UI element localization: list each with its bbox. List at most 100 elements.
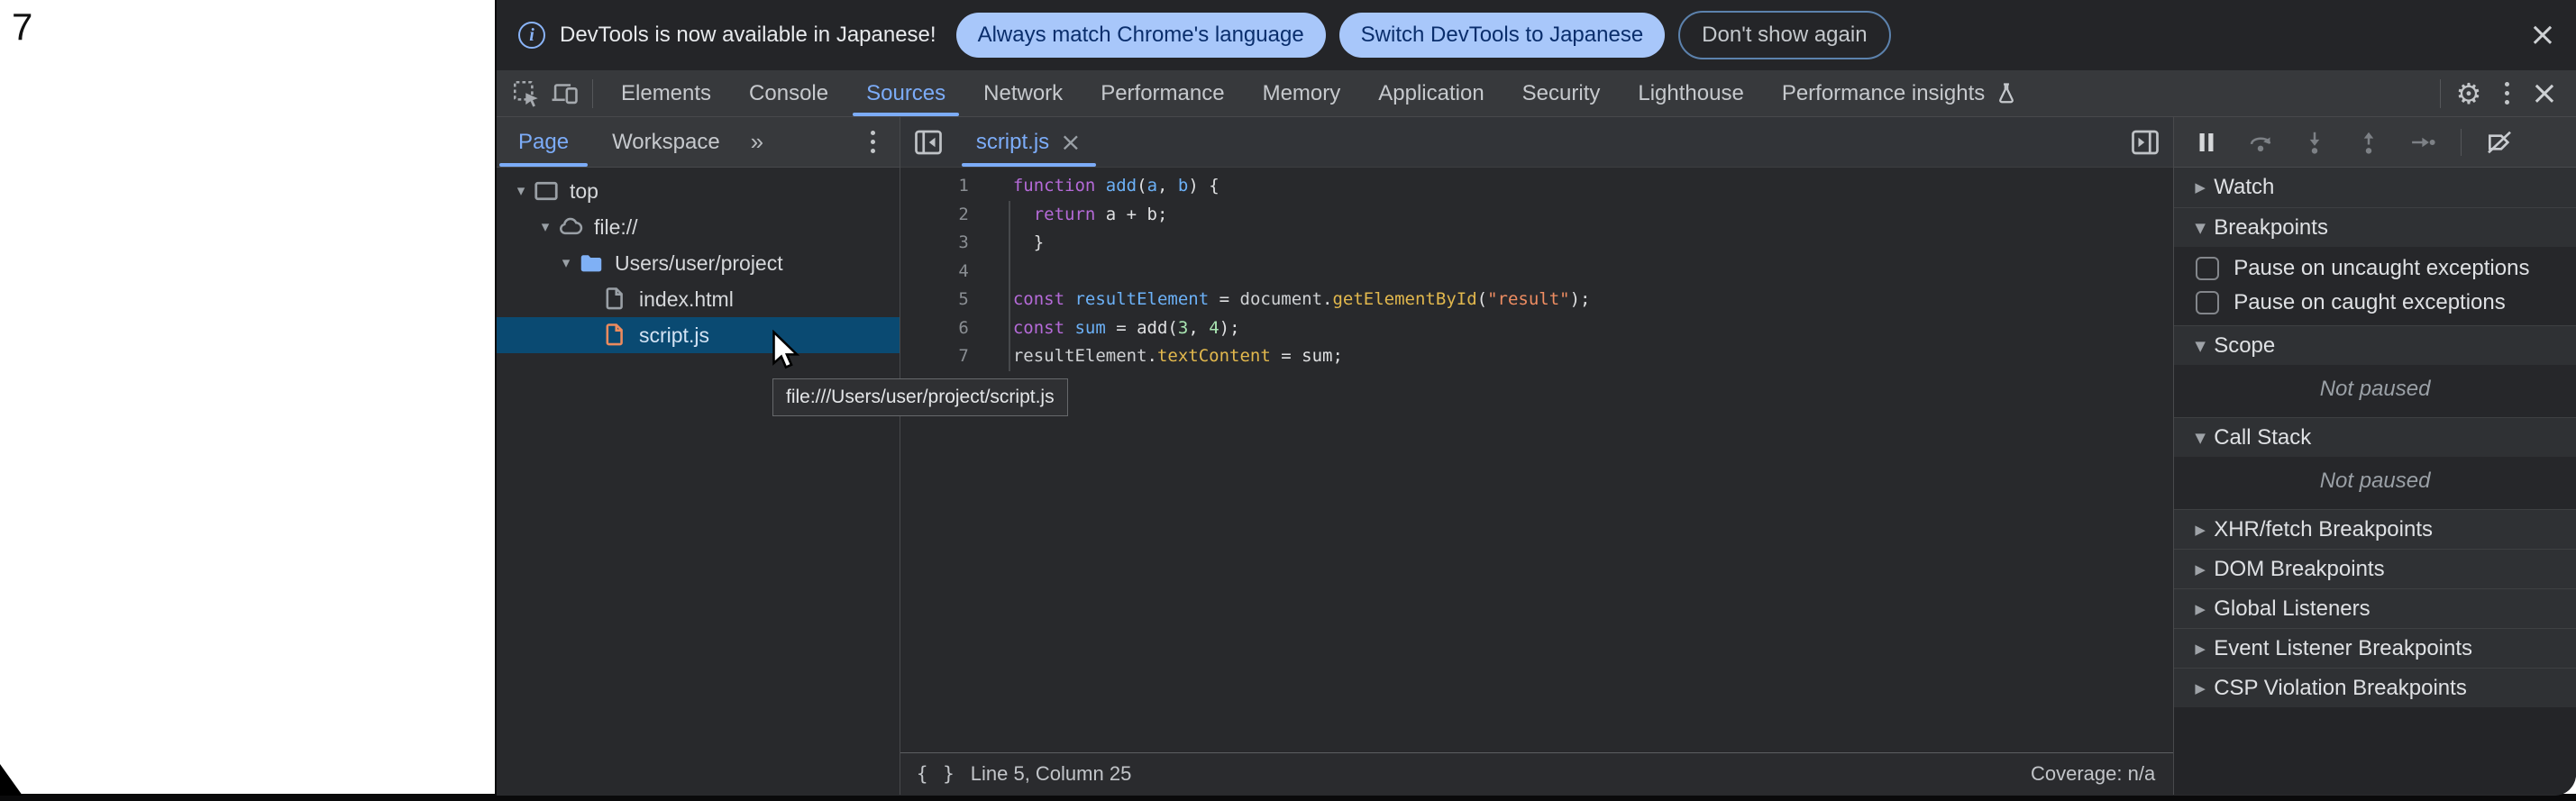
tab-workspace[interactable]: Workspace (590, 117, 742, 167)
tab-application[interactable]: Application (1359, 70, 1503, 116)
step-out-icon[interactable] (2352, 126, 2385, 159)
section-csp-violation-breakpoints[interactable]: ▶CSP Violation Breakpoints (2174, 668, 2576, 707)
expander-icon[interactable]: ▾ (534, 218, 557, 236)
section-label: CSP Violation Breakpoints (2214, 676, 2467, 701)
deactivate-breakpoints-icon[interactable] (2483, 126, 2516, 159)
file-path-tooltip: file:///Users/user/project/script.js (772, 378, 1068, 416)
sources-panel: Page Workspace » ▾top▾file://▾Users/user… (497, 117, 2576, 795)
screen: 7 i DevTools is now available in Japanes… (0, 0, 2576, 801)
section-scope[interactable]: ▼Scope (2174, 325, 2576, 365)
navigator-tabbar: Page Workspace » (497, 117, 900, 168)
tree-item-file-[interactable]: ▾ file:// (497, 209, 900, 245)
line-number[interactable]: 3 (900, 229, 969, 258)
tab-security[interactable]: Security (1503, 70, 1620, 116)
tab-performance[interactable]: Performance (1082, 70, 1243, 116)
tab-elements[interactable]: Elements (602, 70, 730, 116)
file-tree: ▾top▾file://▾Users/user/projectindex.htm… (497, 168, 900, 353)
code-editor[interactable]: 1234567 function add(a, b) { return a + … (900, 168, 2173, 752)
checkbox-box[interactable] (2196, 257, 2219, 280)
tab-network[interactable]: Network (964, 70, 1082, 116)
tree-item-top[interactable]: ▾top (497, 173, 900, 209)
frame-icon (533, 177, 560, 205)
tab-label: Application (1378, 81, 1484, 106)
toggle-debugger-panel-icon[interactable] (2126, 123, 2164, 161)
line-number[interactable]: 1 (900, 172, 969, 201)
line-number[interactable]: 2 (900, 201, 969, 230)
cloud-icon (557, 214, 584, 241)
step-into-icon[interactable] (2298, 126, 2331, 159)
tab-close-icon[interactable]: × (1060, 127, 1081, 157)
tab-memory[interactable]: Memory (1244, 70, 1360, 116)
tree-item-label: file:// (594, 215, 638, 240)
collapse-icon: ▼ (2187, 220, 2214, 236)
section-event-listener-breakpoints[interactable]: ▶Event Listener Breakpoints (2174, 628, 2576, 668)
infobar-button-2[interactable]: Switch DevTools to Japanese (1339, 13, 1666, 58)
tab-label: Lighthouse (1638, 81, 1743, 106)
checkbox-box[interactable] (2196, 291, 2219, 314)
tree-item-script-js[interactable]: script.js (497, 317, 900, 353)
editor-tab-scriptjs[interactable]: script.js × (960, 117, 1098, 167)
tree-item-users-user-project[interactable]: ▾ Users/user/project (497, 245, 900, 281)
indent-guide (1009, 201, 1010, 371)
language-infobar: i DevTools is now available in Japanese!… (497, 0, 2576, 70)
collapse-icon: ▼ (2187, 430, 2214, 446)
expand-icon: ▶ (2187, 561, 2214, 578)
step-over-icon[interactable] (2244, 126, 2277, 159)
tab-label: Performance insights (1782, 81, 1985, 106)
inspect-element-icon[interactable] (507, 75, 545, 113)
tab-console[interactable]: Console (730, 70, 847, 116)
slide-number: 7 (12, 5, 32, 49)
devtools-close-icon[interactable]: × (2526, 75, 2563, 113)
section-breakpoints[interactable]: ▼Breakpoints (2174, 207, 2576, 247)
device-toolbar-icon[interactable] (545, 75, 583, 113)
more-options-icon[interactable] (2488, 75, 2526, 113)
pause-icon[interactable] (2190, 126, 2223, 159)
code-line-4 (900, 258, 2173, 287)
tree-item-label: index.html (639, 287, 734, 312)
section-global-listeners[interactable]: ▶Global Listeners (2174, 588, 2576, 628)
expand-icon: ▶ (2187, 641, 2214, 657)
cursor-position-label: Line 5, Column 25 (971, 762, 1132, 786)
expand-icon: ▶ (2187, 601, 2214, 617)
section-xhr-fetch-breakpoints[interactable]: ▶XHR/fetch Breakpoints (2174, 509, 2576, 549)
tab-page[interactable]: Page (497, 117, 590, 167)
line-number[interactable]: 6 (900, 314, 969, 343)
checkbox-pause-on-uncaught-exceptions[interactable]: Pause on uncaught exceptions (2174, 251, 2576, 286)
navigator-more-icon[interactable] (854, 123, 892, 161)
checkbox-pause-on-caught-exceptions[interactable]: Pause on caught exceptions (2174, 286, 2576, 320)
corner-cursor-artifact (0, 764, 23, 796)
tab-performance-insights[interactable]: Performance insights (1763, 70, 2038, 116)
section-watch[interactable]: ▶Watch (2174, 168, 2576, 207)
tab-sources[interactable]: Sources (847, 70, 964, 116)
panel-tabs: Elements ConsoleSources Network Performance… (602, 70, 2038, 116)
tab-label: Memory (1263, 81, 1341, 106)
tree-item-index-html[interactable]: index.html (497, 281, 900, 317)
section-call-stack[interactable]: ▼Call Stack (2174, 417, 2576, 457)
more-tabs-icon[interactable]: » (742, 128, 772, 156)
infobar-close-icon[interactable]: × (2529, 19, 2556, 51)
tab-label: Network (983, 81, 1063, 106)
debugger-sidebar: ▶Watch▼BreakpointsPause on uncaught exce… (2174, 117, 2576, 795)
expand-icon: ▶ (2187, 522, 2214, 538)
flask-icon (1994, 81, 2019, 106)
infobar-button-3[interactable]: Don't show again (1678, 11, 1890, 59)
toggle-navigator-panel-icon[interactable] (909, 123, 947, 161)
tab-label: Elements (621, 81, 711, 106)
code-line-5: const resultElement = document.getElemen… (900, 286, 2173, 314)
expander-icon[interactable]: ▾ (554, 254, 578, 272)
infobar-button-1[interactable]: Always match Chrome's language (956, 13, 1326, 58)
tree-item-label: Users/user/project (615, 251, 783, 276)
line-number[interactable]: 7 (900, 342, 969, 371)
settings-gear-icon[interactable]: ⚙ (2450, 75, 2488, 113)
section-dom-breakpoints[interactable]: ▶DOM Breakpoints (2174, 549, 2576, 588)
line-number[interactable]: 4 (900, 258, 969, 287)
tab-label: Performance (1101, 81, 1224, 106)
section-label: XHR/fetch Breakpoints (2214, 517, 2433, 542)
step-icon[interactable] (2407, 126, 2439, 159)
pretty-print-icon[interactable]: { } (917, 763, 956, 785)
expander-icon[interactable]: ▾ (509, 182, 533, 200)
tab-lighthouse[interactable]: Lighthouse (1619, 70, 1762, 116)
breakpoints-options: Pause on uncaught exceptionsPause on cau… (2174, 247, 2576, 325)
toolbar-separator (2440, 79, 2441, 108)
line-number[interactable]: 5 (900, 286, 969, 314)
